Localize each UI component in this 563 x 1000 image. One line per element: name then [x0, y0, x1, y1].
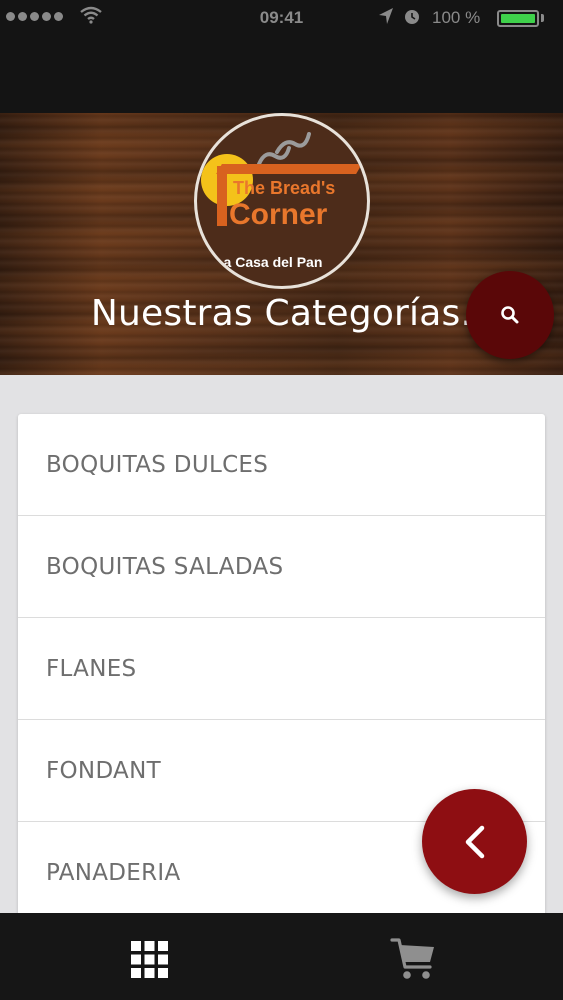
cart-icon	[390, 938, 434, 979]
tab-cart[interactable]	[282, 913, 563, 1000]
logo-pillar	[217, 166, 227, 226]
grid-icon	[131, 941, 168, 978]
page-title-text: Nuestras Categorías.	[90, 293, 473, 334]
search-button[interactable]	[466, 271, 554, 359]
navigation-bar	[0, 36, 563, 113]
logo-roof	[216, 164, 362, 174]
header-banner: The Bread's Corner La Casa del Pan Nuest…	[0, 113, 563, 375]
logo-title-line2: Corner	[229, 198, 328, 231]
search-icon	[501, 306, 519, 324]
battery-percent: 100 %	[432, 8, 481, 27]
tab-bar	[0, 913, 563, 1000]
battery-icon	[497, 10, 539, 27]
status-bar: 09:41 100 %	[0, 0, 563, 36]
brand-logo: The Bread's Corner La Casa del Pan	[194, 113, 370, 289]
battery-fill	[501, 14, 535, 23]
category-item[interactable]: BOQUITAS DULCES	[18, 414, 545, 516]
back-button[interactable]	[422, 789, 527, 894]
category-item[interactable]: FLANES	[18, 618, 545, 720]
logo-tagline: La Casa del Pan	[215, 254, 323, 270]
battery-tip	[541, 14, 544, 22]
category-item[interactable]: BOQUITAS SALADAS	[18, 516, 545, 618]
tab-categories[interactable]	[0, 913, 281, 1000]
logo-title-line1: The Bread's	[233, 178, 336, 198]
alarm-clock-icon	[403, 7, 421, 30]
chevron-left-icon	[465, 825, 485, 859]
location-arrow-icon	[378, 7, 394, 30]
